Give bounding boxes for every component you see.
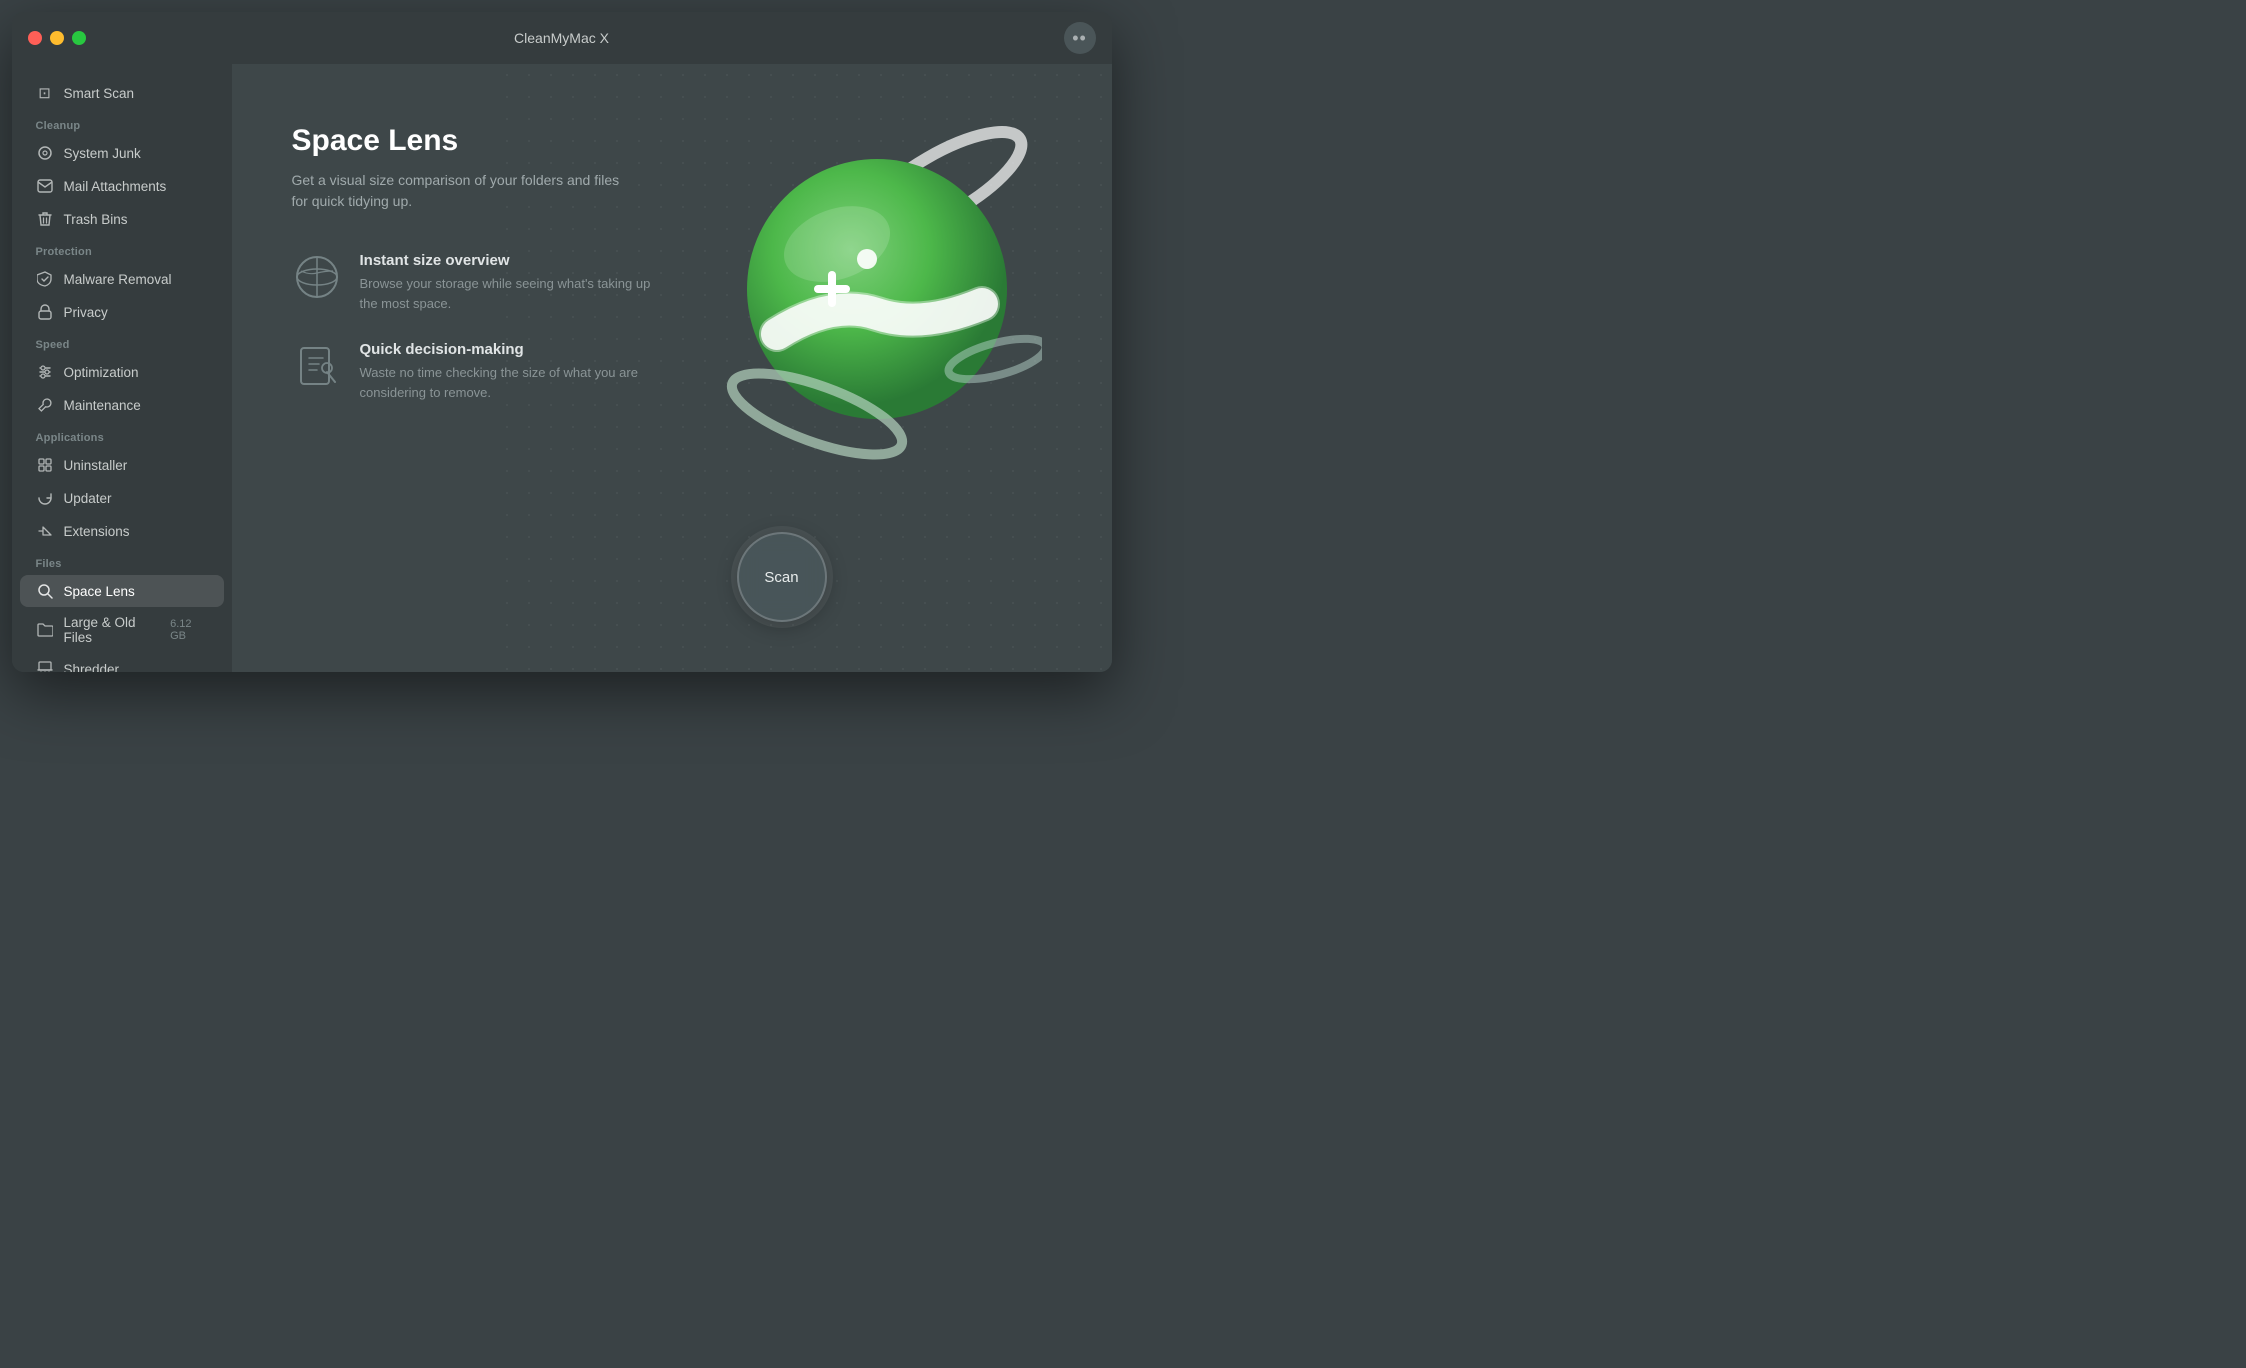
menu-button[interactable]: •• <box>1064 22 1096 54</box>
sidebar-item-label: Privacy <box>64 305 108 320</box>
page-subtitle: Get a visual size comparison of your fol… <box>292 170 632 212</box>
section-label-cleanup: Cleanup <box>12 110 232 136</box>
optimization-icon <box>36 363 54 381</box>
sidebar-item-trash-bins[interactable]: Trash Bins <box>20 203 224 235</box>
sidebar-item-label: Trash Bins <box>64 212 128 227</box>
traffic-lights <box>28 31 86 45</box>
sidebar-item-updater[interactable]: Updater <box>20 482 224 514</box>
app-window: CleanMyMac X •• ⊡ Smart Scan Cleanup <box>12 12 1112 672</box>
titlebar: CleanMyMac X •• <box>12 12 1112 64</box>
smart-scan-icon: ⊡ <box>36 84 54 102</box>
mail-attachments-icon <box>36 177 54 195</box>
sidebar-item-optimization[interactable]: Optimization <box>20 356 224 388</box>
sidebar-item-mail-attachments[interactable]: Mail Attachments <box>20 170 224 202</box>
uninstaller-icon <box>36 456 54 474</box>
quick-decision-icon <box>292 341 342 391</box>
main-area: Space Lens Get a visual size comparison … <box>232 64 1112 672</box>
sidebar-item-maintenance[interactable]: Maintenance <box>20 389 224 421</box>
malware-removal-icon <box>36 270 54 288</box>
sidebar-item-malware-removal[interactable]: Malware Removal <box>20 263 224 295</box>
globe-illustration <box>712 94 1052 474</box>
sidebar-item-label: Mail Attachments <box>64 179 167 194</box>
shredder-icon <box>36 660 54 672</box>
large-old-files-badge: 6.12 GB <box>170 618 207 642</box>
section-label-speed: Speed <box>12 329 232 355</box>
sidebar-item-shredder[interactable]: Shredder <box>20 653 224 672</box>
section-label-files: Files <box>12 548 232 574</box>
instant-size-icon <box>292 252 342 302</box>
large-old-files-icon <box>36 621 54 639</box>
sidebar-item-label: Malware Removal <box>64 272 172 287</box>
space-lens-icon <box>36 582 54 600</box>
sidebar-item-privacy[interactable]: Privacy <box>20 296 224 328</box>
menu-dots-icon: •• <box>1072 29 1087 47</box>
sidebar-item-label: Optimization <box>64 365 139 380</box>
section-label-protection: Protection <box>12 236 232 262</box>
sidebar-item-label: Shredder <box>64 662 120 673</box>
sidebar-item-smart-scan[interactable]: ⊡ Smart Scan <box>20 77 224 109</box>
scan-button-container: Scan <box>737 532 827 622</box>
sidebar-item-label: Extensions <box>64 524 130 539</box>
feature-title: Quick decision-making <box>360 341 670 358</box>
minimize-button[interactable] <box>50 31 64 45</box>
maintenance-icon <box>36 396 54 414</box>
sidebar-item-label: Smart Scan <box>64 86 135 101</box>
feature-desc: Waste no time checking the size of what … <box>360 363 670 402</box>
main-content: Space Lens Get a visual size comparison … <box>292 114 712 402</box>
feature-text: Instant size overview Browse your storag… <box>360 252 670 313</box>
sidebar-item-uninstaller[interactable]: Uninstaller <box>20 449 224 481</box>
sidebar-item-label: System Junk <box>64 146 141 161</box>
updater-icon <box>36 489 54 507</box>
sidebar-item-label: Maintenance <box>64 398 141 413</box>
sidebar-item-label: Updater <box>64 491 112 506</box>
close-button[interactable] <box>28 31 42 45</box>
scan-button[interactable]: Scan <box>737 532 827 622</box>
feature-desc: Browse your storage while seeing what's … <box>360 274 670 313</box>
system-junk-icon <box>36 144 54 162</box>
feature-item-quick-decision: Quick decision-making Waste no time chec… <box>292 341 712 402</box>
section-label-applications: Applications <box>12 422 232 448</box>
sidebar-item-label: Large & Old Files <box>64 615 161 645</box>
sidebar-item-system-junk[interactable]: System Junk <box>20 137 224 169</box>
sidebar: ⊡ Smart Scan Cleanup System Junk <box>12 64 232 672</box>
maximize-button[interactable] <box>72 31 86 45</box>
app-title: CleanMyMac X <box>514 30 609 46</box>
sidebar-item-label: Uninstaller <box>64 458 128 473</box>
sidebar-item-space-lens[interactable]: Space Lens <box>20 575 224 607</box>
feature-item-instant-size: Instant size overview Browse your storag… <box>292 252 712 313</box>
trash-bins-icon <box>36 210 54 228</box>
feature-text: Quick decision-making Waste no time chec… <box>360 341 670 402</box>
feature-list: Instant size overview Browse your storag… <box>292 252 712 402</box>
sidebar-item-large-old-files[interactable]: Large & Old Files 6.12 GB <box>20 608 224 652</box>
privacy-icon <box>36 303 54 321</box>
sidebar-item-extensions[interactable]: Extensions <box>20 515 224 547</box>
sidebar-item-label: Space Lens <box>64 584 135 599</box>
page-title: Space Lens <box>292 124 712 158</box>
extensions-icon <box>36 522 54 540</box>
content-area: ⊡ Smart Scan Cleanup System Junk <box>12 64 1112 672</box>
feature-title: Instant size overview <box>360 252 670 269</box>
